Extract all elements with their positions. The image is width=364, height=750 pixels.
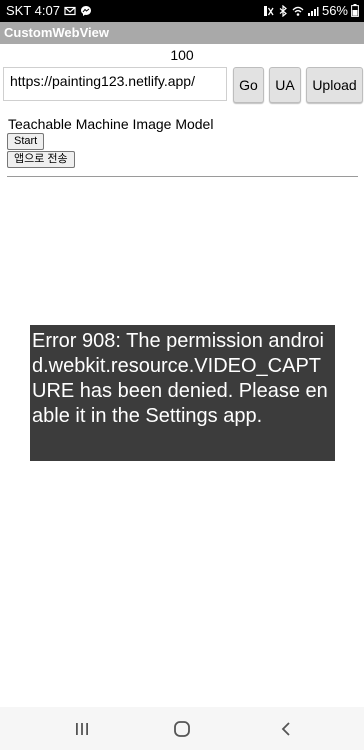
messenger-icon <box>80 5 91 16</box>
counter-label: 100 <box>170 47 194 63</box>
page-title: Teachable Machine Image Model <box>8 116 214 132</box>
upload-button[interactable]: Upload <box>306 67 363 103</box>
wifi-icon <box>292 6 304 16</box>
error-toast: Error 908: The permission android.webkit… <box>30 325 335 461</box>
ua-button[interactable]: UA <box>269 67 301 103</box>
battery-percent: 56% <box>321 3 348 18</box>
nav-bar <box>0 707 364 750</box>
divider <box>7 176 358 177</box>
app-title: CustomWebView <box>4 25 109 40</box>
status-bar-right: 56% <box>262 3 359 18</box>
mute-icon <box>263 5 274 16</box>
app-title-bar: CustomWebView <box>0 22 364 44</box>
status-bar: SKT 4:07 56% <box>0 0 364 22</box>
recents-button[interactable] <box>52 707 112 750</box>
url-input[interactable]: https://painting123.netlify.app/ <box>3 67 227 101</box>
battery-icon <box>351 4 359 17</box>
home-icon <box>174 720 190 737</box>
recents-icon <box>76 722 88 735</box>
send-to-app-button[interactable]: 앱으로 전송 <box>7 151 75 168</box>
carrier-time: SKT 4:07 <box>6 3 60 18</box>
go-button[interactable]: Go <box>233 67 264 103</box>
signal-icon <box>307 6 319 16</box>
back-icon <box>281 721 290 736</box>
bluetooth-icon <box>279 4 287 17</box>
start-button[interactable]: Start <box>7 133 45 150</box>
home-button[interactable] <box>152 707 212 750</box>
status-bar-left: SKT 4:07 <box>6 3 92 18</box>
gmail-icon <box>64 6 76 15</box>
back-button[interactable] <box>256 707 316 750</box>
